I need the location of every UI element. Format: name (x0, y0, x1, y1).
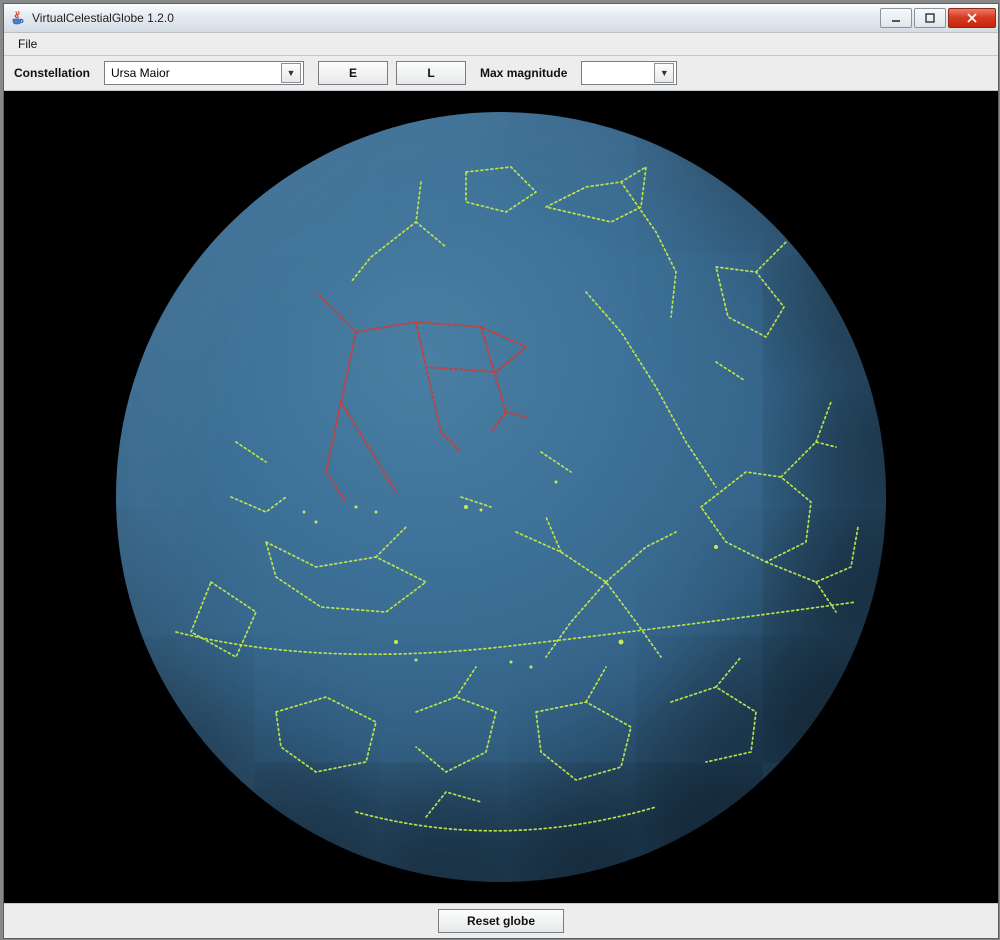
star-dots (303, 481, 719, 669)
toolbar: Constellation Ursa Maior ▼ E L Max magni… (4, 56, 998, 91)
l-button[interactable]: L (396, 61, 466, 85)
constellation-ursa-maior (316, 292, 526, 502)
bottombar: Reset globe (4, 903, 998, 938)
window-title: VirtualCelestialGlobe 1.2.0 (32, 11, 880, 25)
menu-file[interactable]: File (10, 35, 45, 53)
chevron-down-icon: ▼ (281, 63, 301, 83)
app-window: VirtualCelestialGlobe 1.2.0 File Constel… (3, 3, 999, 939)
max-magnitude-dropdown[interactable]: ▼ (581, 61, 677, 85)
constellation-dropdown[interactable]: Ursa Maior ▼ (104, 61, 304, 85)
titlebar[interactable]: VirtualCelestialGlobe 1.2.0 (4, 4, 998, 33)
constellation-lines (176, 167, 858, 831)
e-button[interactable]: E (318, 61, 388, 85)
constellation-label: Constellation (14, 66, 90, 80)
celestial-globe[interactable] (116, 112, 886, 882)
window-controls (880, 8, 996, 28)
constellation-value: Ursa Maior (111, 66, 170, 80)
reset-globe-button[interactable]: Reset globe (438, 909, 564, 933)
chevron-down-icon: ▼ (654, 63, 674, 83)
maximize-button[interactable] (914, 8, 946, 28)
java-cup-icon (10, 10, 26, 26)
max-magnitude-label: Max magnitude (480, 66, 567, 80)
close-button[interactable] (948, 8, 996, 28)
minimize-button[interactable] (880, 8, 912, 28)
menubar: File (4, 33, 998, 56)
globe-canvas[interactable] (4, 91, 998, 903)
